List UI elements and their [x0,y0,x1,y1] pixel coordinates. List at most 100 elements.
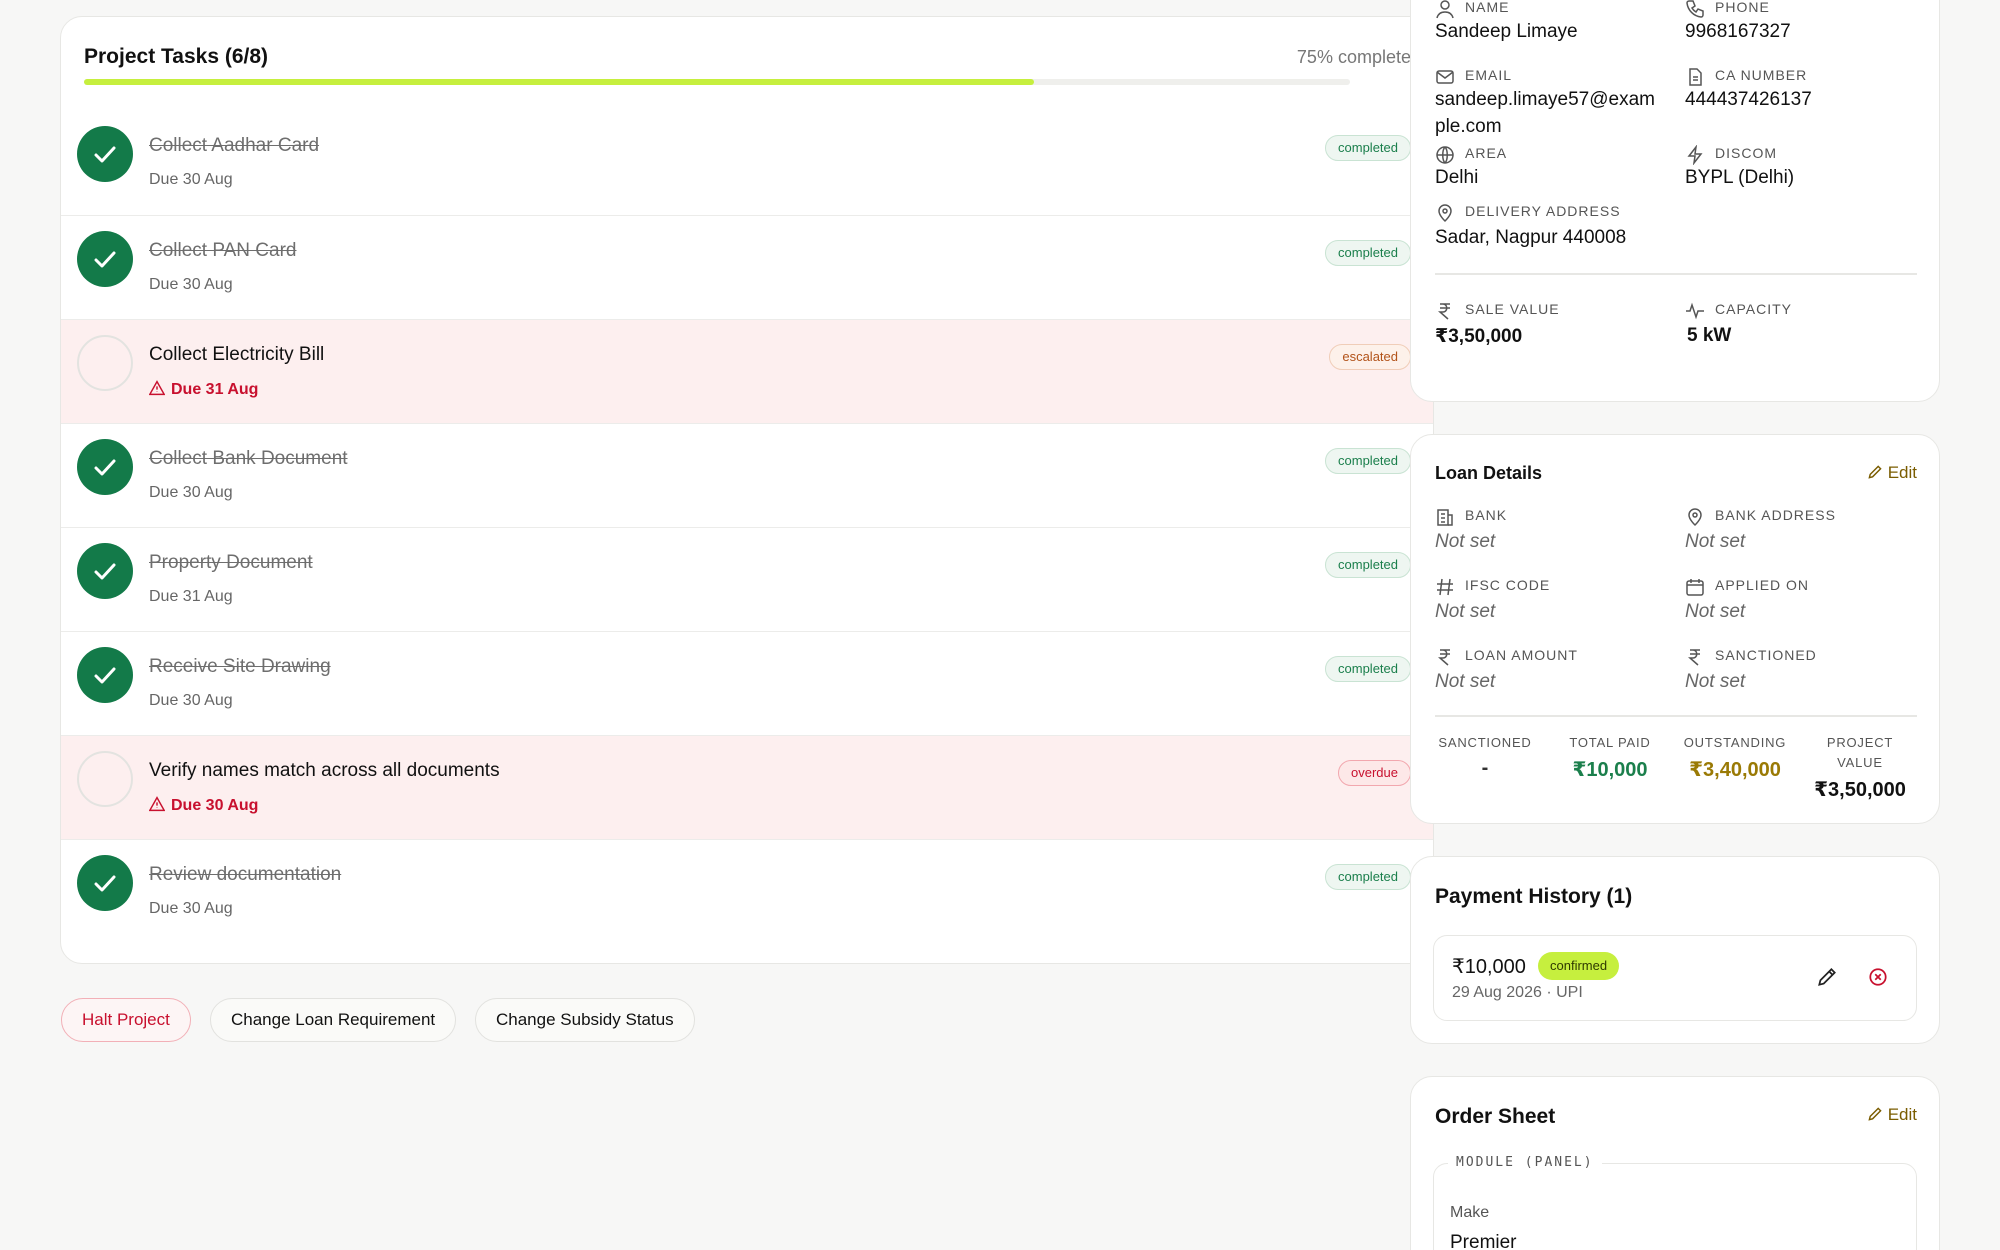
task-row[interactable]: Receive Site Drawing Due 30 Aug completed [61,631,1433,735]
task-row[interactable]: Collect Electricity Bill Due 31 Aug escala… [61,319,1433,423]
task-complete-toggle[interactable] [77,439,133,495]
module-panel-legend: MODULE (PANEL) [1448,1155,1602,1170]
customer-email-line1: sandeep.limaye57@exam [1435,89,1655,110]
phone-icon [1686,0,1704,18]
task-due-text: Due 31 Aug [171,381,259,398]
task-due-text: Due 30 Aug [149,900,233,917]
customer-delivery-address: Sadar, Nagpur 440008 [1435,227,1627,248]
task-complete-toggle[interactable] [77,126,133,182]
make-label: Make [1450,1204,1490,1221]
customer-discom: BYPL (Delhi) [1685,167,1795,188]
loan-edit-button[interactable]: Edit [1867,463,1917,483]
task-due-text: Due 30 Aug [149,484,233,501]
task-due-text: Due 30 Aug [149,171,233,188]
task-row[interactable]: Review documentation Due 30 Aug completed [61,839,1433,943]
task-row[interactable]: Collect Aadhar Card Due 30 Aug completed [61,111,1433,215]
globe-icon [1436,146,1454,164]
task-due-date: Due 30 Aug [149,484,233,502]
ca-number-label: CA NUMBER [1715,67,1808,83]
order-edit-button[interactable]: Edit [1867,1105,1917,1125]
customer-ca-number: 444437426137 [1685,89,1812,110]
area-label: AREA [1465,145,1508,161]
task-row[interactable]: Property Document Due 31 Aug completed [61,527,1433,631]
loan-amount-label: LOAN AMOUNT [1465,647,1578,663]
task-due-date: Due 30 Aug [149,276,233,294]
change-subsidy-status-button[interactable]: Change Subsidy Status [475,998,695,1042]
task-complete-toggle[interactable] [77,543,133,599]
divider [1435,273,1917,275]
warning-icon [148,380,166,396]
task-status-badge: completed [1325,864,1411,890]
task-due-date: Due 31 Aug [149,588,233,606]
task-due-date: Due 30 Aug [148,796,259,815]
bank-value: Not set [1435,531,1496,552]
close-circle-icon[interactable] [1867,966,1889,988]
task-name: Collect Aadhar Card [149,135,320,156]
payment-item: ₹10,000 confirmed 29 Aug 2026 · UPI [1433,935,1917,1021]
order-edit-label: Edit [1887,1105,1917,1124]
progress-track [84,79,1350,85]
task-row[interactable]: Collect Bank Document Due 30 Aug completed [61,423,1433,527]
payment-amount: ₹10,000 [1452,956,1526,978]
sale-value-label: SALE VALUE [1465,301,1560,317]
rupee-icon [1438,303,1450,320]
task-due-text: Due 30 Aug [149,276,233,293]
loan-edit-label: Edit [1887,463,1917,482]
bank-address-value: Not set [1685,531,1746,552]
ifsc-value: Not set [1435,601,1496,622]
customer-email-line2: ple.com [1435,116,1502,137]
summary-project-value: ₹3,50,000 [1814,779,1906,801]
check-icon [94,875,116,892]
task-due-date: Due 30 Aug [149,692,233,710]
name-label: NAME [1465,0,1510,15]
task-complete-toggle[interactable] [77,855,133,911]
module-panel-section: MODULE (PANEL) Make Premier [1433,1155,1917,1250]
task-row[interactable]: Collect PAN Card Due 30 Aug completed [61,215,1433,319]
summary-sanctioned-label: SANCTIONED [1438,735,1532,750]
task-list: Collect Aadhar Card Due 30 Aug completed Co… [61,111,1433,951]
order-sheet-card: Order Sheet Edit MODULE (PANEL) Make Pre… [1410,1076,1940,1250]
task-name: Property Document [149,552,313,573]
bank-address-label: BANK ADDRESS [1715,507,1836,523]
task-row[interactable]: Verify names match across all documents D… [61,735,1433,839]
pencil-icon [1868,1107,1882,1121]
divider [1435,715,1917,717]
warning-icon [148,796,166,812]
customer-area: Delhi [1435,167,1479,188]
task-name: Collect Electricity Bill [149,344,325,365]
rupee-icon [1688,649,1700,666]
task-complete-toggle[interactable] [77,231,133,287]
delivery-address-label: DELIVERY ADDRESS [1465,203,1621,219]
applied-on-value: Not set [1685,601,1746,622]
progress-fill [84,79,1034,85]
capacity-value: 5 kW [1687,325,1732,346]
capacity-label: CAPACITY [1715,301,1792,317]
halt-project-button[interactable]: Halt Project [61,998,191,1042]
sanctioned-label: SANCTIONED [1715,647,1817,663]
mail-icon [1436,70,1454,84]
task-incomplete-toggle[interactable] [77,751,133,807]
applied-on-label: APPLIED ON [1715,577,1810,593]
progress-text: 75% complete [1296,47,1411,67]
change-loan-requirement-button[interactable]: Change Loan Requirement [210,998,457,1042]
payment-meta: 29 Aug 2026 · UPI [1452,984,1583,1001]
pulse-icon [1686,302,1704,320]
task-status-badge: overdue [1338,760,1411,786]
loan-title: Loan Details [1435,463,1543,483]
task-name: Receive Site Drawing [149,656,331,677]
loan-amount-value: Not set [1435,671,1496,692]
order-sheet-title: Order Sheet [1435,1105,1556,1128]
task-incomplete-toggle[interactable] [77,335,133,391]
bank-label: BANK [1465,507,1508,523]
calendar-icon [1686,579,1704,596]
task-status-badge: completed [1325,448,1411,474]
check-icon [94,563,116,580]
customer-name: Sandeep Limaye [1435,21,1578,42]
pencil-icon[interactable] [1816,966,1838,988]
summary-total-paid-value: ₹10,000 [1572,759,1648,781]
task-complete-toggle[interactable] [77,647,133,703]
email-label: EMAIL [1465,67,1513,83]
phone-label: PHONE [1715,0,1770,15]
task-due-text: Due 30 Aug [171,797,259,814]
summary-outstanding-label: OUTSTANDING [1683,735,1787,750]
